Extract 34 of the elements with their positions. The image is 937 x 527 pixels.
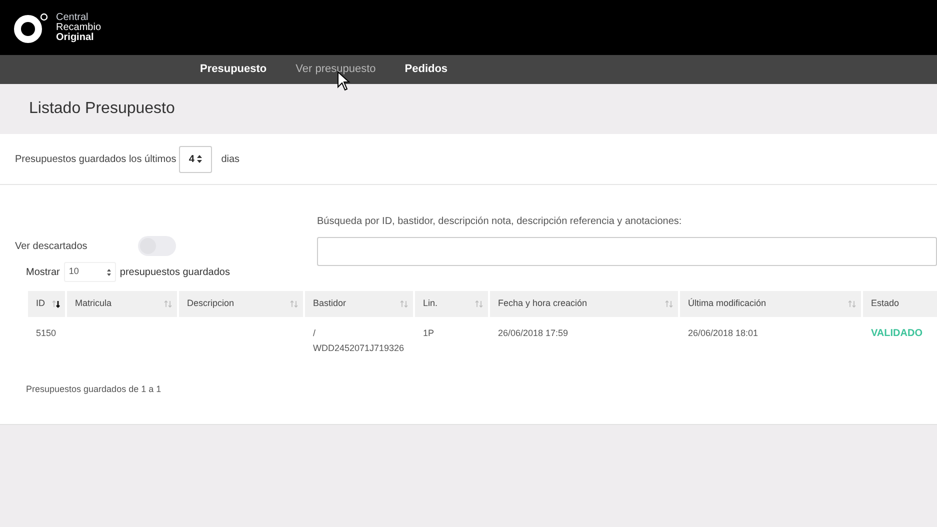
page-title: Listado Presupuesto bbox=[29, 99, 175, 119]
page-size-select[interactable]: 10 bbox=[64, 262, 116, 282]
status-label: VALIDADO bbox=[871, 328, 922, 339]
table-cell: 26/06/2018 17:59 bbox=[498, 328, 568, 338]
column-header[interactable]: Fecha y hora creación bbox=[490, 291, 678, 317]
table-cell: 1P bbox=[423, 328, 434, 338]
column-header[interactable]: Última modificación bbox=[680, 291, 861, 317]
logo-icon bbox=[14, 12, 50, 42]
days-select[interactable]: 4 bbox=[179, 146, 212, 172]
filter-suffix: dias bbox=[221, 152, 240, 166]
filter-label: Presupuestos guardados los últimos bbox=[15, 152, 176, 166]
page-size-label: Mostrar bbox=[26, 266, 60, 280]
spinner-icon bbox=[197, 155, 202, 163]
search-label: Búsqueda por ID, bastidor, descripción nota, descripción referencia y anotaciones: bbox=[317, 215, 683, 229]
pagination-info: Presupuestos guardados de 1 a 1 bbox=[26, 384, 162, 394]
nav-link[interactable]: Presupuesto bbox=[200, 61, 267, 78]
column-header[interactable]: ID bbox=[28, 291, 65, 317]
nav-link[interactable]: Ver presupuesto bbox=[296, 61, 376, 78]
search-field[interactable] bbox=[317, 237, 937, 266]
column-header[interactable]: Descripcion bbox=[179, 291, 303, 317]
discarded-toggle[interactable] bbox=[138, 236, 176, 256]
column-header[interactable]: Estado bbox=[863, 291, 937, 317]
nav-link[interactable]: Pedidos bbox=[404, 61, 448, 78]
toggle-label: Ver descartados bbox=[15, 240, 88, 254]
logo-text: Central Recambio Original bbox=[56, 12, 102, 42]
page-size-suffix: presupuestos guardados bbox=[120, 266, 230, 280]
table-cell: 26/06/2018 18:01 bbox=[688, 328, 758, 338]
spinner-icon bbox=[106, 268, 111, 276]
column-header[interactable]: Matricula bbox=[67, 291, 177, 317]
table-cell: / WDD2452071J719326 bbox=[313, 328, 404, 353]
table-cell: 5150 bbox=[36, 328, 56, 338]
sort-icon[interactable] bbox=[52, 300, 60, 308]
column-header[interactable]: Lin. bbox=[415, 291, 488, 317]
column-header[interactable]: Bastidor bbox=[305, 291, 413, 317]
